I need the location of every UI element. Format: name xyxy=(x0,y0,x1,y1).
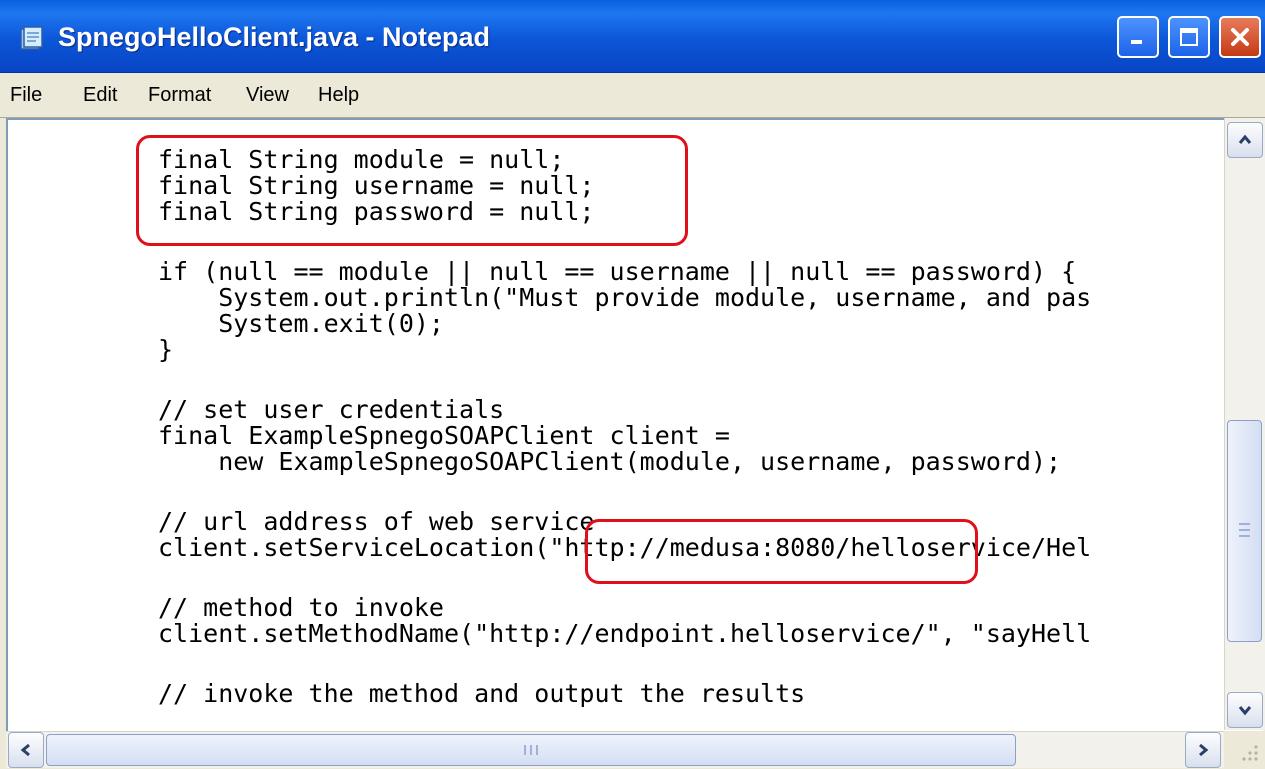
scroll-up-button[interactable] xyxy=(1227,122,1263,158)
code-line: System.exit(0); xyxy=(158,309,444,338)
menu-bar: File Edit Format View Help xyxy=(0,73,1265,118)
resize-grip-icon xyxy=(1242,745,1258,761)
code-line: // url address of web service xyxy=(158,507,595,536)
scroll-right-button[interactable] xyxy=(1185,732,1221,768)
menu-help[interactable]: Help xyxy=(318,81,359,109)
code-line: // invoke the method and output the resu… xyxy=(158,679,806,708)
window-title: SpnegoHelloClient.java - Notepad xyxy=(58,22,491,52)
close-icon xyxy=(1231,28,1249,46)
minimize-button[interactable] xyxy=(1117,16,1159,58)
vertical-scrollbar[interactable] xyxy=(1224,118,1265,730)
code-line: final ExampleSpnegoSOAPClient client = xyxy=(158,421,730,450)
code-line: if (null == module || null == username |… xyxy=(158,257,1077,286)
notepad-window: SpnegoHelloClient.java - Notepad File Ed… xyxy=(0,0,1265,769)
menu-format[interactable]: Format xyxy=(148,81,211,109)
horizontal-scrollbar[interactable] xyxy=(6,731,1224,768)
horizontal-scroll-thumb[interactable] xyxy=(46,734,1016,766)
scroll-left-button[interactable] xyxy=(8,732,44,768)
vertical-scroll-thumb[interactable] xyxy=(1227,420,1262,642)
code-line: new ExampleSpnegoSOAPClient(module, user… xyxy=(158,447,1062,476)
menu-edit[interactable]: Edit xyxy=(83,81,117,109)
minimize-icon xyxy=(1131,40,1142,44)
chevron-right-icon xyxy=(1199,743,1209,757)
code-line: } xyxy=(158,335,174,364)
chevron-down-icon xyxy=(1238,706,1252,716)
title-bar[interactable]: SpnegoHelloClient.java - Notepad xyxy=(0,0,1265,73)
menu-file[interactable]: File xyxy=(10,81,42,109)
grip-icon xyxy=(524,745,538,755)
maximize-icon xyxy=(1180,28,1198,46)
scroll-down-button[interactable] xyxy=(1227,692,1263,728)
menu-view[interactable]: View xyxy=(246,81,289,109)
code-line: client.setMethodName("http://endpoint.he… xyxy=(158,619,1092,648)
maximize-button[interactable] xyxy=(1168,16,1210,58)
notepad-icon xyxy=(20,26,43,50)
chevron-left-icon xyxy=(20,743,30,757)
code-line: // set user credentials xyxy=(158,395,505,424)
code-line: System.out.println("Must provide module,… xyxy=(158,283,1092,312)
highlight-host-port-box xyxy=(585,519,978,584)
close-button[interactable] xyxy=(1219,16,1261,58)
code-line: // method to invoke xyxy=(158,593,444,622)
grip-icon xyxy=(1239,523,1250,537)
highlight-variables-box xyxy=(136,135,688,246)
chevron-up-icon xyxy=(1238,134,1252,144)
resize-grip[interactable] xyxy=(1224,731,1264,767)
